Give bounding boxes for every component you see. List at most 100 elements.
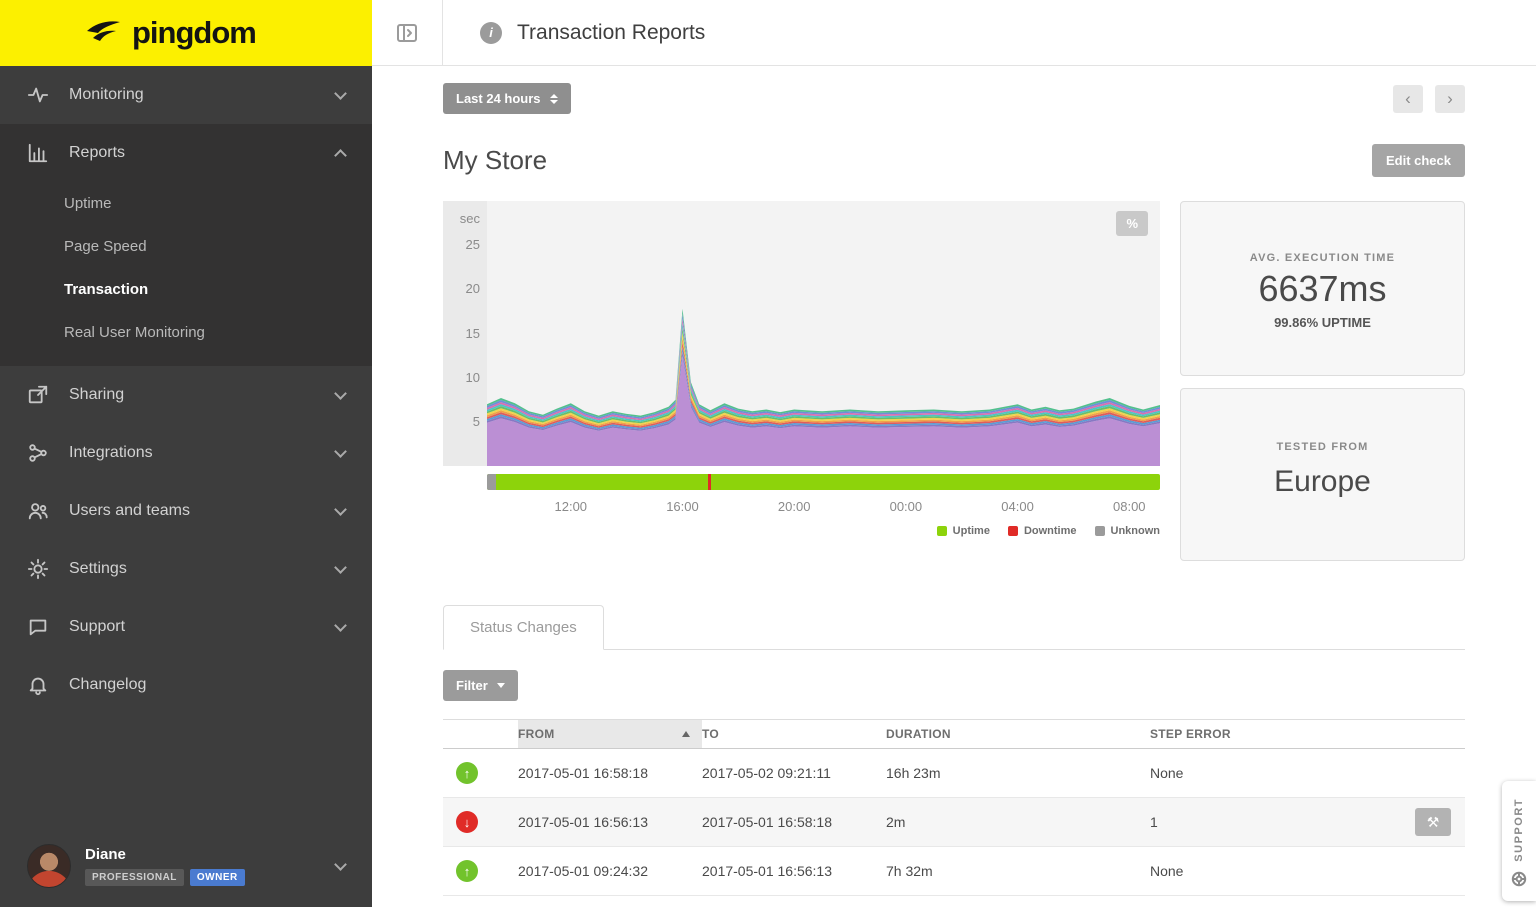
sidebar-item-monitoring[interactable]: Monitoring: [0, 66, 372, 124]
check-name: My Store: [443, 145, 547, 176]
sidebar-subitem-real-user-monitoring[interactable]: Real User Monitoring: [0, 311, 372, 354]
legend-uptime: Uptime: [937, 525, 990, 537]
percent-toggle-button[interactable]: %: [1116, 211, 1148, 236]
tested-from-value: Europe: [1181, 465, 1464, 499]
table-header: FROM TO DURATION STEP ERROR: [443, 719, 1465, 749]
legend-unknown: Unknown: [1095, 525, 1161, 537]
y-tick-label: 15: [466, 326, 480, 341]
sort-asc-icon: [682, 731, 690, 737]
downtime-segment: [708, 474, 711, 490]
reports-group: Reports Uptime Page Speed Transaction Re…: [0, 124, 372, 366]
avg-execution-label: AVG. EXECUTION TIME: [1181, 252, 1464, 264]
support-tab[interactable]: SUPPORT: [1502, 781, 1536, 901]
monitoring-pulse-icon: [27, 84, 49, 106]
cell-to: 2017-05-02 09:21:11: [702, 765, 886, 781]
status-up-icon: [456, 762, 478, 784]
column-header-to[interactable]: TO: [702, 720, 886, 748]
sidebar: pingdom Monitoring Reports U: [0, 0, 372, 907]
check-title-row: My Store Edit check: [443, 144, 1465, 177]
sidebar-item-reports[interactable]: Reports: [0, 124, 372, 182]
x-tick-label: 12:00: [554, 499, 587, 514]
cell-duration: 7h 32m: [886, 863, 1150, 879]
cell-step-error: None: [1150, 863, 1465, 879]
support-tab-label: SUPPORT: [1513, 798, 1525, 862]
y-tick-label: 25: [466, 237, 480, 252]
sidebar-subitem-page-speed[interactable]: Page Speed: [0, 225, 372, 268]
y-tick-label: 10: [466, 370, 480, 385]
caret-down-icon: [497, 683, 505, 688]
chart-legend: Uptime Downtime Unknown: [443, 525, 1160, 537]
x-tick-label: 20:00: [778, 499, 811, 514]
plan-badge: PROFESSIONAL: [85, 869, 184, 886]
sidebar-subitem-transaction[interactable]: Transaction: [0, 268, 372, 311]
life-ring-icon: [1511, 871, 1527, 892]
y-axis: sec 252015105: [443, 201, 487, 466]
sidebar-item-integrations[interactable]: Integrations: [0, 424, 372, 482]
cell-duration: 16h 23m: [886, 765, 1150, 781]
uptime-timeline-bar[interactable]: [487, 474, 1160, 490]
sidebar-item-label: Integrations: [69, 444, 153, 462]
chevron-down-icon: [334, 387, 347, 400]
page-header-title: Transaction Reports: [517, 21, 705, 45]
chart-section: sec 252015105 % 12:0016:0020:0000:0004:0…: [443, 201, 1465, 561]
x-tick-label: 00:00: [890, 499, 923, 514]
chart-plot-area[interactable]: %: [487, 201, 1160, 466]
tab-status-changes[interactable]: Status Changes: [443, 605, 604, 650]
x-tick-label: 16:00: [666, 499, 699, 514]
root-cause-button[interactable]: ⚒: [1415, 808, 1451, 836]
pingdom-logo-text: pingdom: [132, 15, 256, 51]
pingdom-wing-icon: [86, 20, 122, 46]
chevron-down-icon: [334, 445, 347, 458]
legend-downtime: Downtime: [1008, 525, 1077, 537]
time-range-dropdown[interactable]: Last 24 hours: [443, 83, 571, 114]
chevron-down-icon: [334, 503, 347, 516]
sidebar-collapse-button[interactable]: [372, 21, 442, 45]
gear-icon: [27, 558, 49, 580]
column-header-step-error[interactable]: STEP ERROR: [1150, 720, 1465, 748]
sidebar-item-label: Sharing: [69, 386, 124, 404]
user-menu[interactable]: Diane PROFESSIONAL OWNER: [0, 825, 372, 907]
prev-period-button[interactable]: ‹: [1393, 85, 1423, 113]
filter-label: Filter: [456, 678, 488, 693]
next-period-button[interactable]: ›: [1435, 85, 1465, 113]
chevron-down-icon: [334, 87, 347, 100]
transaction-area-chart: sec 252015105 % 12:0016:0020:0000:0004:0…: [443, 201, 1160, 561]
toolbar: Last 24 hours ‹ ›: [443, 83, 1465, 114]
cell-step-error: None: [1150, 765, 1465, 781]
cell-duration: 2m: [886, 814, 1150, 830]
edit-check-button[interactable]: Edit check: [1372, 144, 1465, 177]
cell-from: 2017-05-01 16:58:18: [518, 765, 702, 781]
sidebar-item-changelog[interactable]: Changelog: [0, 656, 372, 714]
legend-swatch: [1008, 526, 1018, 536]
reports-barchart-icon: [27, 142, 49, 164]
x-tick-label: 04:00: [1001, 499, 1034, 514]
sidebar-item-label: Reports: [69, 144, 125, 162]
column-header-duration[interactable]: DURATION: [886, 720, 1150, 748]
sidebar-item-users-and-teams[interactable]: Users and teams: [0, 482, 372, 540]
sidebar-item-label: Changelog: [69, 676, 146, 694]
cell-to: 2017-05-01 16:58:18: [702, 814, 886, 830]
sidebar-subitem-uptime[interactable]: Uptime: [0, 182, 372, 225]
integrations-nodes-icon: [27, 442, 49, 464]
y-axis-unit-label: sec: [460, 211, 480, 226]
user-info: Diane PROFESSIONAL OWNER: [85, 846, 245, 886]
sidebar-nav: Monitoring Reports Uptime Page Speed Tra…: [0, 66, 372, 714]
x-axis: 12:0016:0020:0000:0004:0008:00: [487, 499, 1160, 517]
stat-cards: AVG. EXECUTION TIME 6637ms 99.86% UPTIME…: [1180, 201, 1465, 561]
filter-dropdown[interactable]: Filter: [443, 670, 518, 701]
avg-execution-card: AVG. EXECUTION TIME 6637ms 99.86% UPTIME: [1180, 201, 1465, 376]
y-tick-label: 20: [466, 281, 480, 296]
chevron-down-icon: [334, 619, 347, 632]
sidebar-item-sharing[interactable]: Sharing: [0, 366, 372, 424]
column-header-from[interactable]: FROM: [518, 720, 702, 748]
status-up-icon: [456, 860, 478, 882]
info-icon[interactable]: i: [480, 22, 502, 44]
status-changes-table: FROM TO DURATION STEP ERROR 2017-05-01 1…: [443, 719, 1465, 896]
sidebar-item-support[interactable]: Support: [0, 598, 372, 656]
chevron-up-icon: [334, 149, 347, 162]
unknown-segment: [487, 474, 496, 490]
uptime-percent-value: 99.86% UPTIME: [1181, 315, 1464, 330]
sidebar-item-settings[interactable]: Settings: [0, 540, 372, 598]
pingdom-logo[interactable]: pingdom: [0, 0, 372, 66]
legend-swatch: [1095, 526, 1105, 536]
